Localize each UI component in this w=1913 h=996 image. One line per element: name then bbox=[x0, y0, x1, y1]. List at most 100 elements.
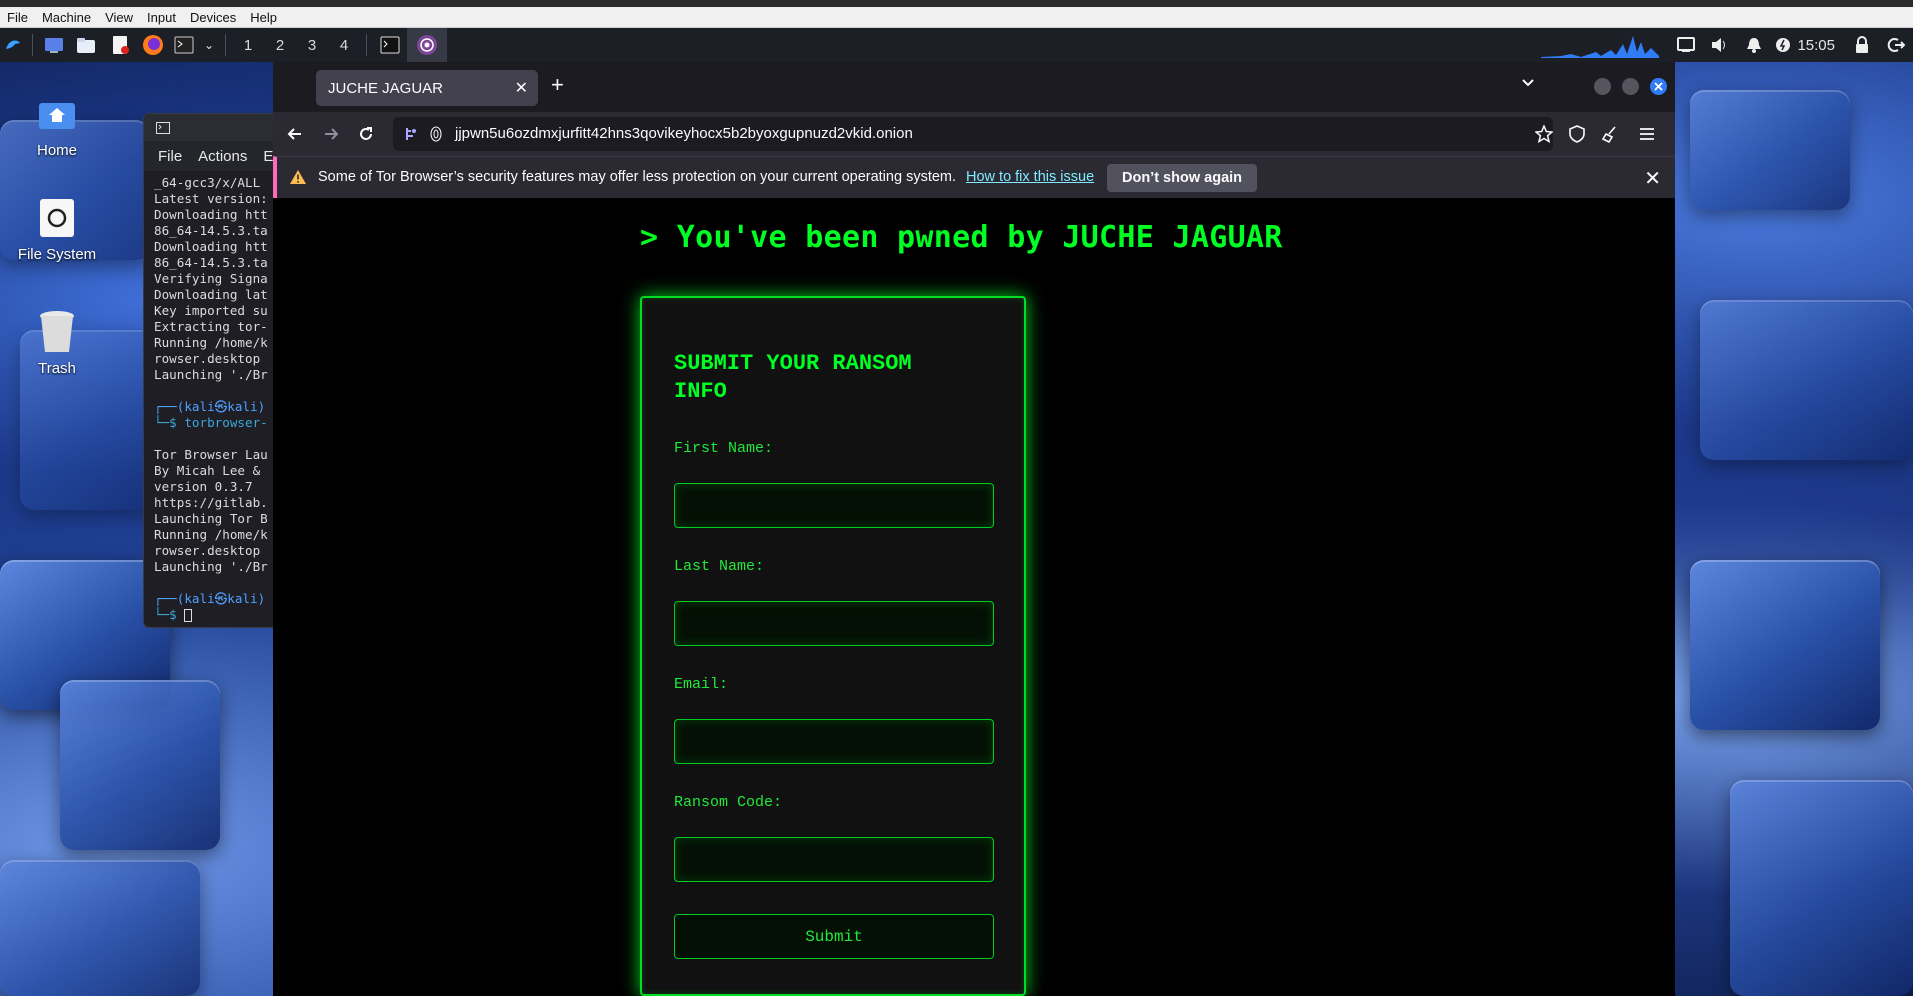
terminal-line: Downloading htt bbox=[154, 207, 268, 222]
new-identity-broom-icon[interactable] bbox=[1598, 122, 1622, 146]
notification-bell-icon[interactable] bbox=[1737, 28, 1771, 62]
vm-title-strip bbox=[0, 0, 1913, 7]
back-button[interactable] bbox=[283, 122, 307, 146]
vm-menubar: File Machine View Input Devices Help bbox=[0, 0, 1913, 28]
trash-icon bbox=[35, 310, 79, 354]
workspace-4[interactable]: 4 bbox=[328, 28, 360, 62]
drive-icon bbox=[35, 196, 79, 240]
onion-circuit-icon[interactable] bbox=[403, 126, 419, 147]
forward-arrow-icon bbox=[325, 128, 339, 140]
reload-button[interactable] bbox=[354, 122, 378, 146]
window-icon[interactable] bbox=[1669, 28, 1703, 62]
terminal-line: Downloading lat bbox=[154, 287, 268, 302]
tab-active[interactable]: JUCHE JAGUAR ✕ bbox=[316, 70, 538, 106]
last-name-input[interactable] bbox=[674, 601, 994, 646]
text-editor-icon[interactable] bbox=[103, 28, 137, 62]
first-name-input[interactable] bbox=[674, 483, 994, 528]
list-all-tabs-button[interactable] bbox=[1520, 74, 1536, 95]
terminal-titlebar[interactable] bbox=[144, 114, 282, 141]
desktop-icon-trash[interactable]: Trash bbox=[7, 310, 107, 377]
terminal-line: Key imported su bbox=[154, 303, 268, 318]
file-manager-icon[interactable] bbox=[69, 28, 103, 62]
power-manager-icon[interactable] bbox=[1771, 28, 1795, 62]
minimize-button[interactable] bbox=[1594, 78, 1611, 95]
panel-separator bbox=[225, 34, 226, 56]
close-notification-icon[interactable]: ✕ bbox=[1644, 166, 1661, 191]
ransom-code-input[interactable] bbox=[674, 837, 994, 882]
terminal-line: Launching Tor B bbox=[154, 511, 268, 526]
email-input[interactable] bbox=[674, 719, 994, 764]
dont-show-again-button[interactable]: Don’t show again bbox=[1107, 164, 1257, 192]
fingerprint-icon[interactable] bbox=[429, 126, 443, 147]
terminal-line: 86_64-14.5.3.ta bbox=[154, 223, 268, 238]
vm-menu-view[interactable]: View bbox=[98, 10, 140, 25]
page-headline: > You've been pwned by JUCHE JAGUAR bbox=[640, 220, 1283, 255]
kali-menu-icon[interactable] bbox=[0, 28, 26, 62]
lock-screen-icon[interactable] bbox=[1845, 28, 1879, 62]
desktop-icon-file-system[interactable]: File System bbox=[7, 196, 107, 263]
terminal-line: ┌──(kali㉿kali) bbox=[154, 591, 266, 606]
vm-menu-file[interactable]: File bbox=[0, 10, 35, 25]
navigation-toolbar: jjpwn5u6ozdmxjurfitt42hns3qovikeyhocx5b2… bbox=[273, 112, 1675, 156]
terminal-line: Extracting tor- bbox=[154, 319, 268, 334]
terminal-line: └─$ bbox=[154, 607, 282, 623]
submit-button[interactable]: Submit bbox=[674, 914, 994, 959]
terminal-window[interactable]: File Actions Ed _64-gcc3/x/ALLLatest ver… bbox=[143, 113, 283, 628]
terminal-line: Launching './Br bbox=[154, 367, 268, 382]
email-label: Email: bbox=[674, 676, 729, 693]
url-bar[interactable]: jjpwn5u6ozdmxjurfitt42hns3qovikeyhocx5b2… bbox=[393, 117, 1554, 151]
terminal-line: Running /home/k bbox=[154, 527, 268, 542]
tab-title: JUCHE JAGUAR bbox=[328, 79, 444, 97]
terminal-line: 86_64-14.5.3.ta bbox=[154, 255, 268, 270]
logout-icon[interactable] bbox=[1879, 28, 1913, 62]
taskbar-tor-browser-icon[interactable] bbox=[407, 28, 447, 62]
last-name-label: Last Name: bbox=[674, 558, 765, 575]
panel-tray: 15:05 bbox=[1541, 28, 1913, 62]
vm-menu-help[interactable]: Help bbox=[243, 10, 284, 25]
terminal-cursor bbox=[184, 609, 193, 622]
tab-bar: JUCHE JAGUAR ✕ + bbox=[273, 62, 1675, 112]
terminal-menu-actions[interactable]: Actions bbox=[198, 148, 247, 165]
ransom-form: SUBMIT YOUR RANSOM INFO First Name: Last… bbox=[640, 296, 1026, 996]
vm-menu-input[interactable]: Input bbox=[140, 10, 183, 25]
how-to-fix-link[interactable]: How to fix this issue bbox=[966, 169, 1094, 185]
forward-button[interactable] bbox=[319, 122, 343, 146]
vm-menu-machine[interactable]: Machine bbox=[35, 10, 98, 25]
terminal-line: Verifying Signa bbox=[154, 271, 268, 286]
terminal-line: └─$ torbrowser- bbox=[154, 415, 268, 430]
maximize-button[interactable] bbox=[1622, 78, 1639, 95]
close-window-button[interactable] bbox=[1650, 78, 1667, 95]
security-level-shield-icon[interactable] bbox=[1565, 122, 1589, 146]
taskbar-terminal-icon[interactable] bbox=[373, 28, 407, 62]
workspace-2[interactable]: 2 bbox=[264, 28, 296, 62]
bookmark-star-icon[interactable] bbox=[1534, 124, 1554, 148]
workspace-3[interactable]: 3 bbox=[296, 28, 328, 62]
warning-icon bbox=[289, 169, 307, 190]
terminal-icon[interactable] bbox=[169, 28, 199, 62]
terminal-icon bbox=[156, 121, 170, 134]
volume-icon[interactable] bbox=[1703, 28, 1737, 62]
panel-separator bbox=[366, 34, 367, 56]
hamburger-menu-icon[interactable] bbox=[1635, 122, 1659, 146]
close-tab-icon[interactable]: ✕ bbox=[515, 78, 528, 98]
terminal-line: Launching './Br bbox=[154, 559, 268, 574]
url-text[interactable]: jjpwn5u6ozdmxjurfitt42hns3qovikeyhocx5b2… bbox=[455, 125, 913, 142]
desktop-icon-label: File System bbox=[17, 246, 97, 263]
desktop-icon[interactable] bbox=[39, 28, 69, 62]
top-panel: ⌄ 1 2 3 4 15:05 bbox=[0, 28, 1913, 62]
vm-menu-devices[interactable]: Devices bbox=[183, 10, 243, 25]
terminal-menu-file[interactable]: File bbox=[158, 148, 182, 165]
clock[interactable]: 15:05 bbox=[1795, 37, 1845, 54]
page-content: > You've been pwned by JUCHE JAGUAR SUBM… bbox=[273, 198, 1675, 996]
new-tab-button[interactable]: + bbox=[551, 72, 564, 98]
terminal-line: Running /home/k bbox=[154, 335, 268, 350]
back-arrow-icon bbox=[287, 128, 301, 140]
terminal-output[interactable]: _64-gcc3/x/ALL Latest version: Downloading… bbox=[144, 171, 282, 623]
firefox-icon[interactable] bbox=[137, 28, 169, 62]
chevron-down-icon[interactable]: ⌄ bbox=[199, 28, 219, 62]
workspace-1[interactable]: 1 bbox=[232, 28, 264, 62]
desktop-icon-home[interactable]: Home bbox=[7, 92, 107, 159]
